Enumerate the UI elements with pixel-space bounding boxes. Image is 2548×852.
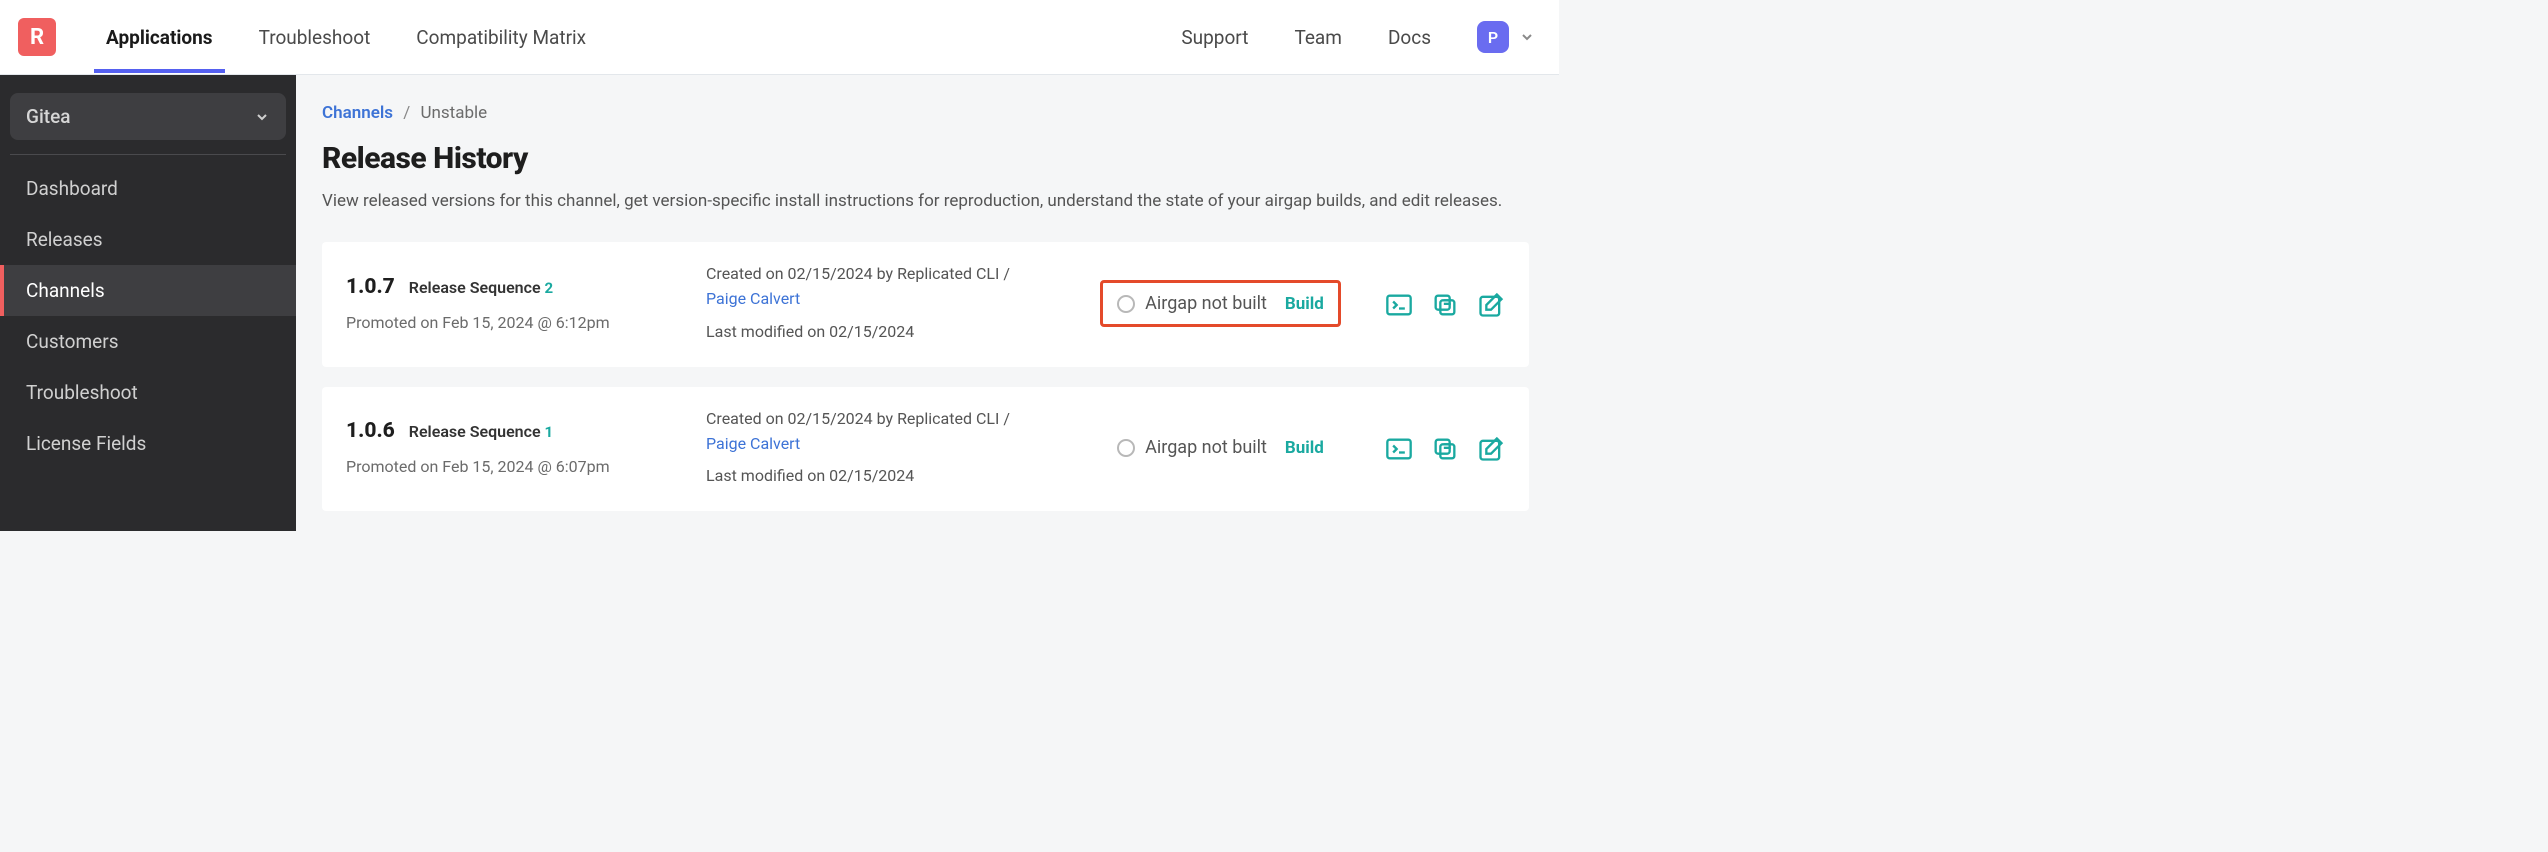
breadcrumb-channels[interactable]: Channels [322,103,393,123]
copy-icon[interactable] [1431,435,1459,461]
release-promoted: Promoted on Feb 15, 2024 @ 6:07pm [346,457,706,476]
app-logo[interactable]: R [18,18,56,56]
release-sequence-label: Release Sequence [409,422,545,441]
release-meta: Created on 02/15/2024 by Replicated CLI … [706,407,1076,489]
edit-icon[interactable] [1477,291,1505,317]
sidebar-item-channels[interactable]: Channels [0,265,296,316]
sidebar: Gitea Dashboard Releases Channels Custom… [0,75,296,531]
status-circle-icon [1117,439,1135,457]
sidebar-item-troubleshoot[interactable]: Troubleshoot [0,367,296,418]
sidebar-item-customers[interactable]: Customers [0,316,296,367]
avatar: P [1477,21,1509,53]
nav-support[interactable]: Support [1181,26,1248,49]
breadcrumb: Channels / Unstable [322,103,1529,123]
release-author-link[interactable]: Paige Calvert [706,289,800,308]
nav-team[interactable]: Team [1294,26,1342,49]
nav-applications[interactable]: Applications [106,2,213,73]
page-title: Release History [322,141,1529,176]
airgap-status: Airgap not built Build [1103,427,1338,468]
release-summary: 1.0.7 Release Sequence 2 Promoted on Feb 1… [346,275,706,332]
chevron-down-icon [1519,29,1535,45]
release-actions [1365,435,1505,461]
status-circle-icon [1117,295,1135,313]
airgap-status-text: Airgap not built [1145,437,1267,458]
breadcrumb-sep: / [403,103,410,123]
sidebar-item-license-fields[interactable]: License Fields [0,418,296,469]
divider [10,154,286,155]
user-menu[interactable]: P [1477,21,1535,53]
release-promoted: Promoted on Feb 15, 2024 @ 6:12pm [346,313,706,332]
nav-troubleshoot[interactable]: Troubleshoot [259,2,371,73]
copy-icon[interactable] [1431,291,1459,317]
airgap-status-cell: Airgap not built Build [1076,427,1365,468]
sidebar-item-releases[interactable]: Releases [0,214,296,265]
release-author-link[interactable]: Paige Calvert [706,434,800,453]
release-sequence-number[interactable]: 1 [545,423,554,441]
release-card: 1.0.7 Release Sequence 2 Promoted on Feb 1… [322,242,1529,366]
release-last-modified: Last modified on 02/15/2024 [706,464,1076,489]
nav-docs[interactable]: Docs [1388,26,1431,49]
release-card: 1.0.6 Release Sequence 1 Promoted on Feb 1… [322,387,1529,511]
chevron-down-icon [254,109,270,125]
app-selector-label: Gitea [26,105,71,128]
release-summary: 1.0.6 Release Sequence 1 Promoted on Feb 1… [346,419,706,476]
edit-icon[interactable] [1477,435,1505,461]
sidebar-item-dashboard[interactable]: Dashboard [0,163,296,214]
install-instructions-icon[interactable] [1385,435,1413,461]
release-version: 1.0.6 [346,419,395,443]
main-content: Channels / Unstable Release History View… [296,75,1559,531]
release-sequence-number[interactable]: 2 [545,279,554,297]
airgap-status-cell: Airgap not built Build [1076,280,1365,327]
top-right: Support Team Docs P [1181,21,1535,53]
release-actions [1365,291,1505,317]
airgap-status-text: Airgap not built [1145,293,1267,314]
top-nav: Applications Troubleshoot Compatibility … [106,2,1181,73]
release-created: Created on 02/15/2024 by Replicated CLI … [706,262,1076,287]
release-sequence-label: Release Sequence [409,278,545,297]
release-version: 1.0.7 [346,275,395,299]
airgap-status: Airgap not built Build [1100,280,1341,327]
release-last-modified: Last modified on 02/15/2024 [706,320,1076,345]
nav-compat-matrix[interactable]: Compatibility Matrix [416,2,586,73]
topbar: R Applications Troubleshoot Compatibilit… [0,0,1559,75]
breadcrumb-current: Unstable [420,103,487,123]
airgap-build-button[interactable]: Build [1285,294,1324,314]
release-list: 1.0.7 Release Sequence 2 Promoted on Feb 1… [322,242,1529,511]
page-description: View released versions for this channel,… [322,188,1522,214]
install-instructions-icon[interactable] [1385,291,1413,317]
app-selector[interactable]: Gitea [10,93,286,140]
release-meta: Created on 02/15/2024 by Replicated CLI … [706,262,1076,344]
release-created: Created on 02/15/2024 by Replicated CLI … [706,407,1076,432]
airgap-build-button[interactable]: Build [1285,438,1324,458]
